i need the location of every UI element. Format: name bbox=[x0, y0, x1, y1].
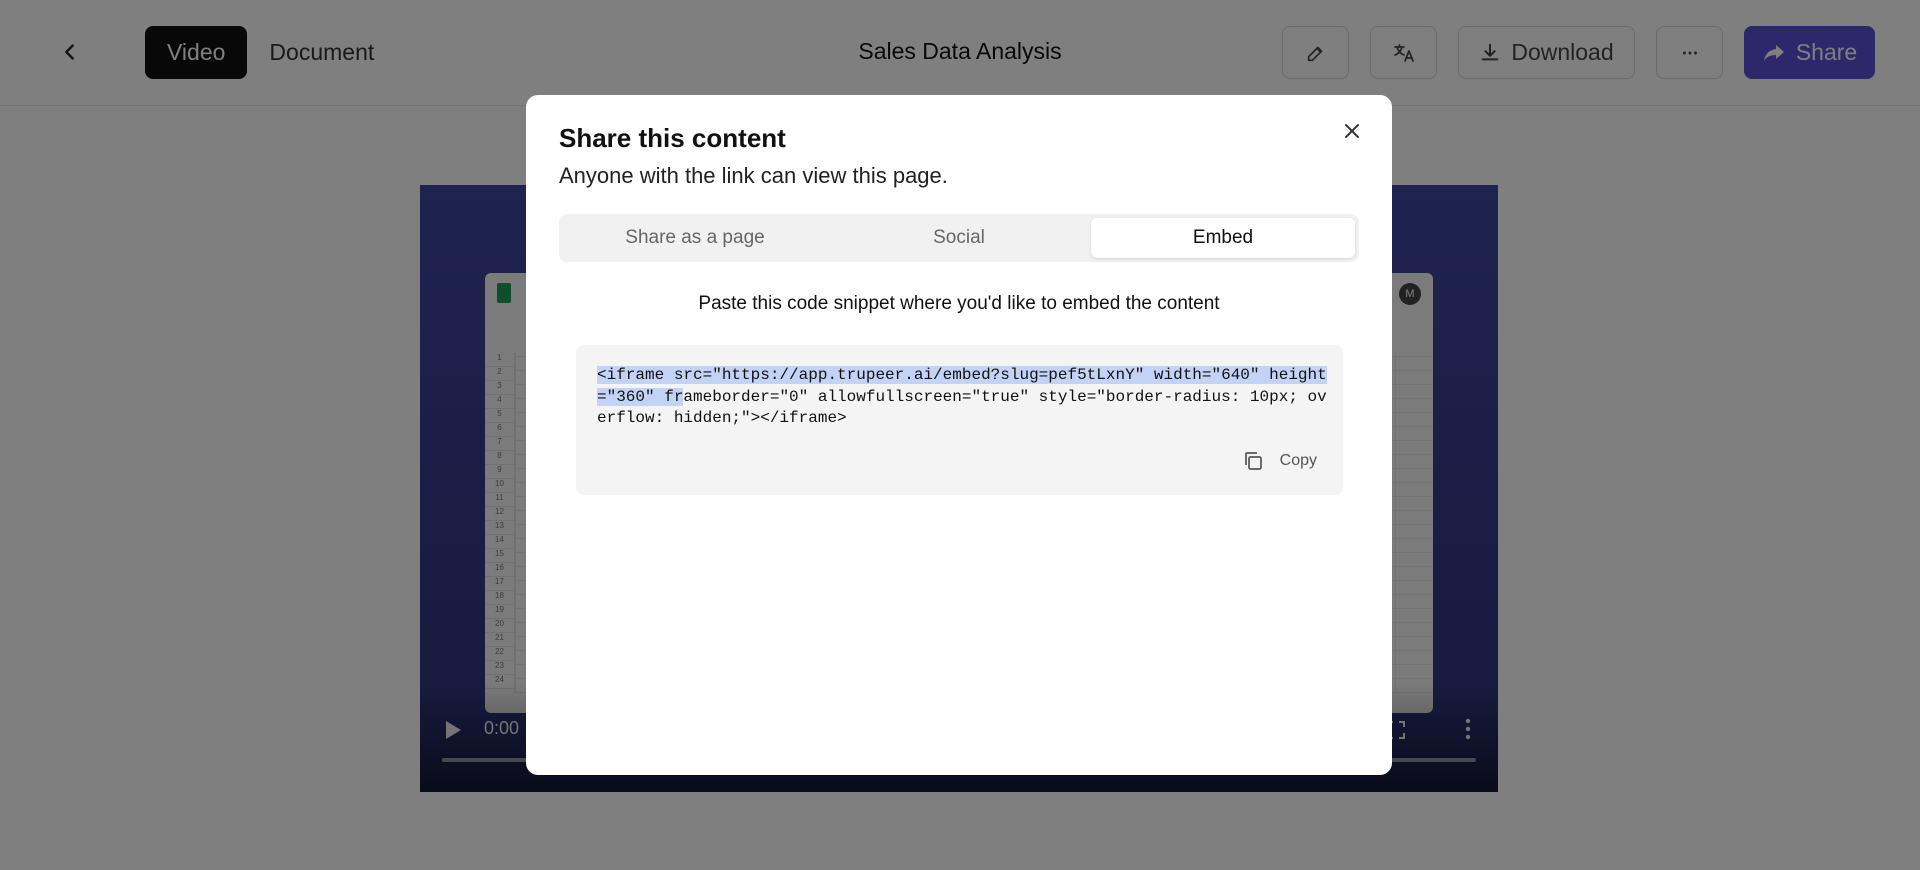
copy-label: Copy bbox=[1279, 452, 1317, 469]
copy-icon bbox=[1244, 452, 1262, 470]
share-tabs: Share as a page Social Embed bbox=[559, 214, 1359, 262]
tab-social[interactable]: Social bbox=[827, 218, 1091, 258]
modal-title: Share this content bbox=[559, 123, 786, 153]
close-button[interactable] bbox=[1338, 117, 1366, 145]
share-modal: Share this content Anyone with the link … bbox=[526, 95, 1392, 775]
close-icon bbox=[1345, 124, 1359, 138]
embed-code-rest[interactable]: ameborder="0" allowfullscreen="true" sty… bbox=[597, 388, 1327, 428]
embed-code-box[interactable]: <iframe src="https://app.trupeer.ai/embe… bbox=[576, 345, 1343, 495]
tab-embed[interactable]: Embed bbox=[1091, 218, 1355, 258]
embed-instruction: Paste this code snippet where you'd like… bbox=[698, 293, 1220, 314]
modal-subtitle: Anyone with the link can view this page. bbox=[559, 163, 948, 188]
embed-code[interactable]: <iframe src="https://app.trupeer.ai/embe… bbox=[597, 365, 1327, 430]
copy-button[interactable]: Copy bbox=[1242, 450, 1317, 472]
tab-share-as-page[interactable]: Share as a page bbox=[563, 218, 827, 258]
